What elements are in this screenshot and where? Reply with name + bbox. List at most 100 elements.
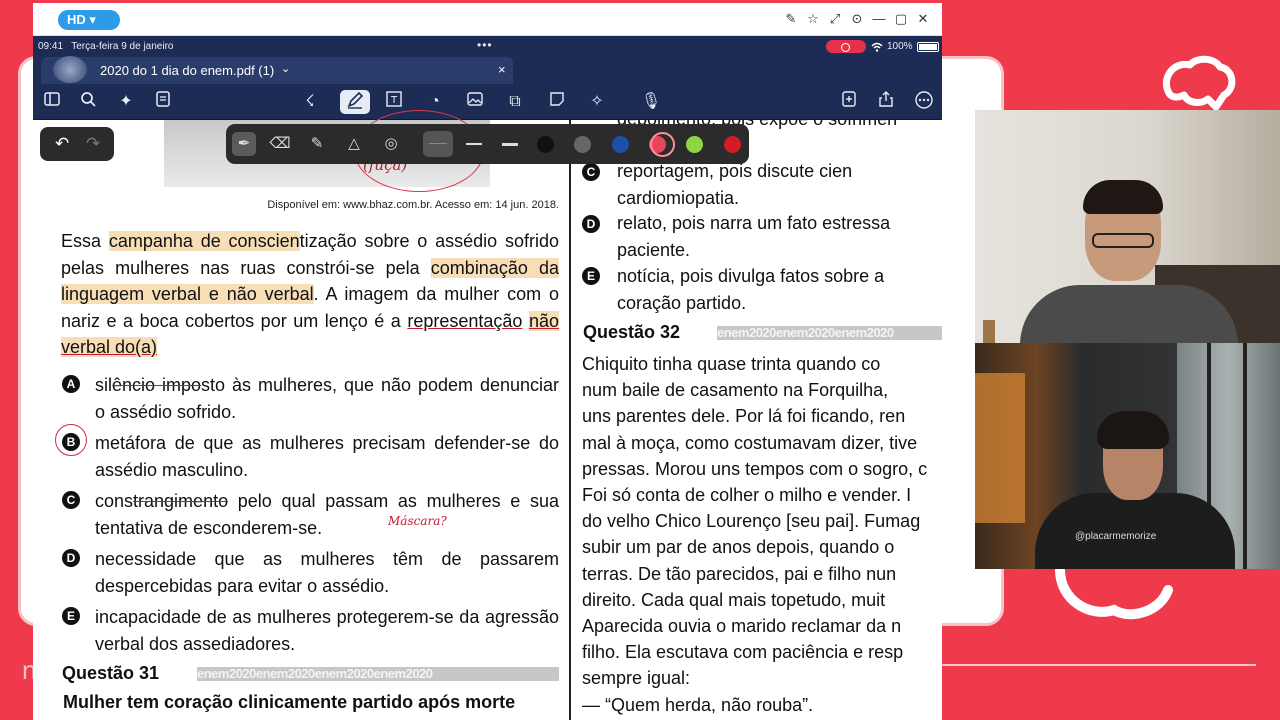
option-badge: D (582, 215, 600, 233)
wifi-icon (871, 42, 883, 52)
eraser-icon[interactable]: ⌫ (268, 132, 292, 156)
pdf-page-left[interactable]: (fuça) Disponível em: www.bhaz.com.br. A… (33, 110, 569, 720)
expand-icon[interactable]: ⤢ (826, 10, 844, 28)
edit-icon[interactable]: ✎ (782, 10, 800, 28)
option-badge: E (582, 267, 600, 285)
image-icon[interactable] (463, 90, 487, 114)
shape-pen-icon[interactable]: △ (342, 132, 366, 156)
fountain-pen-icon[interactable]: ✒ (232, 132, 256, 156)
brain-logo-large-icon (1055, 565, 1173, 620)
maximize-icon[interactable]: ▢ (892, 10, 910, 28)
option-badge: C (582, 163, 600, 181)
status-date: Terça-feira 9 de janeiro (71, 41, 174, 52)
passage-line: terras. De tão parecidos, pai e filho nu… (582, 563, 897, 584)
ipad-window: HD ▾ ✎ ☆ ⤢ ⊙ — ▢ ✕ 09:41 Terça-feira 9 d… (33, 3, 942, 720)
microphone-icon[interactable]: 🎙 (636, 90, 666, 114)
status-bar: 09:41 Terça-feira 9 de janeiro ••• 100% (33, 36, 942, 57)
sparkle-icon[interactable]: ✦ (114, 90, 138, 114)
option-badge: E (62, 607, 80, 625)
passage-line: Chiquito tinha quase trinta quando co (582, 354, 881, 374)
elements-icon[interactable]: ⧉ (503, 90, 527, 114)
color-swatch[interactable] (723, 136, 741, 153)
passage-line: uns parentes dele. Por lá foi ficando, r… (582, 406, 906, 427)
selected-color-ring (650, 132, 675, 157)
lasso-icon[interactable]: ☇ (298, 90, 322, 114)
laser-pointer-icon[interactable]: ◎ (379, 132, 403, 156)
passage-line: mal à moça, como costumavam dizer, tive (582, 432, 918, 453)
laser-icon[interactable]: ✧ (585, 90, 609, 114)
option-text: cons (95, 491, 134, 511)
color-swatch[interactable] (574, 136, 592, 153)
passage-line: num baile de casamento na Forquilha, (582, 380, 889, 401)
document-tab[interactable]: 2020 do 1 dia do enem.pdf (1) ⌄ × (41, 56, 513, 84)
battery-icon (916, 41, 939, 52)
window-controls: ✎ ☆ ⤢ ⊙ — ▢ ✕ (782, 10, 932, 28)
option-text: sil (95, 375, 112, 395)
highlighter-icon[interactable]: ✎ (305, 132, 329, 156)
brain-logo-icon (1163, 55, 1236, 111)
record-icon[interactable]: ⊙ (848, 10, 866, 28)
multitask-dots[interactable]: ••• (477, 38, 493, 52)
underlined-text: representação (407, 310, 523, 331)
option-badge: A (62, 375, 80, 393)
minimize-icon[interactable]: — (870, 10, 888, 28)
option-text: relato, pois narra um fato estressa (617, 213, 891, 233)
color-swatch[interactable] (537, 136, 554, 153)
passage-line: — “Quem herda, não rouba”. (582, 694, 814, 715)
color-swatch[interactable] (611, 136, 629, 153)
background-line (940, 664, 1256, 666)
person-body (1020, 285, 1238, 343)
stem-text (522, 311, 529, 331)
option-text: incapacidade de as mulheres protegerem-s… (95, 607, 559, 654)
pin-icon[interactable]: ☆ (804, 10, 822, 28)
passage-line: do velho Chico Lourenço [seu pai]. Fumag (582, 511, 921, 532)
question-31-label: Questão 31 (62, 663, 160, 683)
stroke-medium[interactable] (466, 143, 482, 145)
search-icon[interactable] (76, 90, 100, 114)
option-text: cardiomiopatia. (617, 188, 740, 208)
pen-icon[interactable] (340, 90, 370, 114)
passage-line: subir um par de anos depois, quando o (582, 537, 895, 558)
handwritten-annotation: Máscara? (388, 514, 447, 528)
stem-text: Essa (61, 231, 109, 251)
option-badge: B (62, 433, 80, 451)
tab-title[interactable]: 2020 do 1 dia do enem.pdf (1) (100, 63, 274, 78)
option-text: metáfora de que as mulheres precisam def… (95, 433, 559, 480)
close-icon[interactable]: ✕ (914, 10, 932, 28)
pdf-page-right[interactable]: depoimento, pois expõe o sofrimen C repo… (571, 120, 942, 720)
passage-line: filho. Ela escutava com paciência e resp (582, 642, 904, 663)
color-swatch[interactable] (686, 136, 704, 153)
webcam-bottom: @placarmemorize (975, 343, 1280, 569)
option-text: notícia, pois divulga fatos sobre a (617, 266, 885, 286)
enem-band: enem2020enem2020enem2020 (717, 326, 942, 340)
glasses (1092, 233, 1154, 248)
option-text: necessidade que as mulheres têm de passa… (95, 549, 559, 596)
tab-bar: 2020 do 1 dia do enem.pdf (1) ⌄ × (33, 56, 942, 84)
sidebar-icon[interactable] (40, 90, 64, 114)
tab-close-icon[interactable]: × (498, 62, 506, 77)
share-icon[interactable] (874, 90, 898, 114)
stroke-thick[interactable] (502, 143, 518, 146)
document-icon[interactable] (151, 90, 175, 114)
window-title-bar: HD ▾ ✎ ☆ ⤢ ⊙ — ▢ ✕ (33, 3, 942, 36)
option-badge: D (62, 549, 80, 567)
chevron-down-icon[interactable]: ⌄ (281, 62, 290, 75)
screen-record-indicator[interactable] (826, 40, 866, 53)
add-page-icon[interactable] (837, 90, 861, 114)
main-toolbar: ✦ ☇ T ◔ ⧉ ✧ 🎙 (33, 84, 942, 120)
thin-line-selected[interactable] (423, 131, 453, 157)
sticky-note-icon[interactable] (545, 90, 569, 114)
battery-percent: 100% (887, 41, 913, 52)
question-30-stem: Essa campanha de conscientização sobre o… (61, 228, 559, 361)
image-credit: Disponível em: www.bhaz.com.br. Acesso e… (267, 199, 559, 211)
more-icon[interactable] (912, 90, 936, 114)
quality-button[interactable]: HD ▾ (58, 10, 120, 30)
option-text: paciente. (617, 240, 691, 260)
status-time: 09:41 (38, 41, 64, 52)
undo-icon[interactable]: ↶ (55, 134, 69, 154)
option-badge: C (62, 491, 80, 509)
pen-toolbar: ✒ ⌫ ✎ △ ◎ (226, 124, 749, 164)
redo-icon[interactable]: ↷ (86, 134, 100, 154)
webcam-top (975, 110, 1280, 343)
struck-text: trangimento (133, 491, 229, 511)
